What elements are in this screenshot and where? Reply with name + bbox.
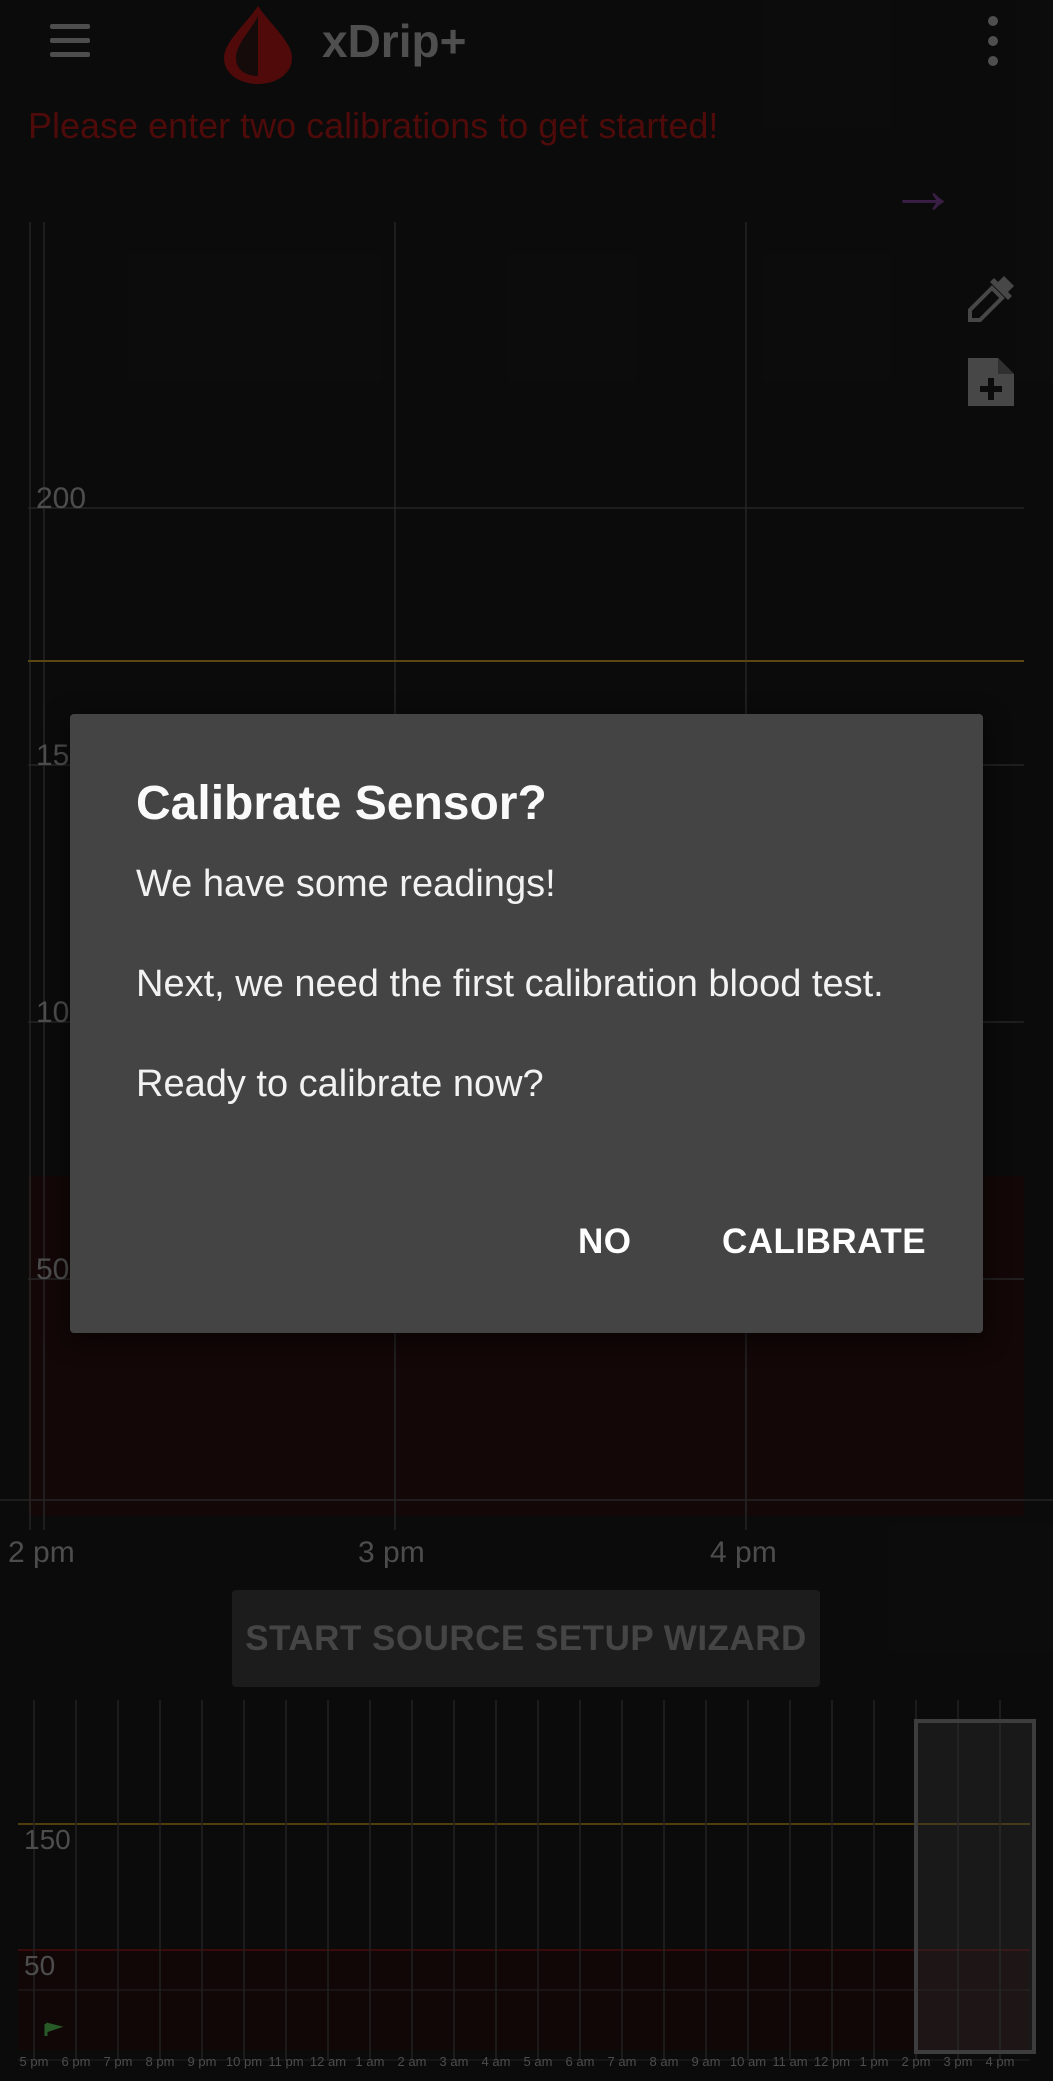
dialog-title: Calibrate Sensor?	[136, 777, 547, 830]
calibrate-sensor-dialog: Calibrate Sensor? We have some readings!…	[70, 714, 983, 1333]
no-button[interactable]: NO	[578, 1222, 632, 1262]
calibrate-button[interactable]: CALIBRATE	[722, 1222, 926, 1262]
dialog-message: We have some readings! Next, we need the…	[136, 863, 884, 1105]
